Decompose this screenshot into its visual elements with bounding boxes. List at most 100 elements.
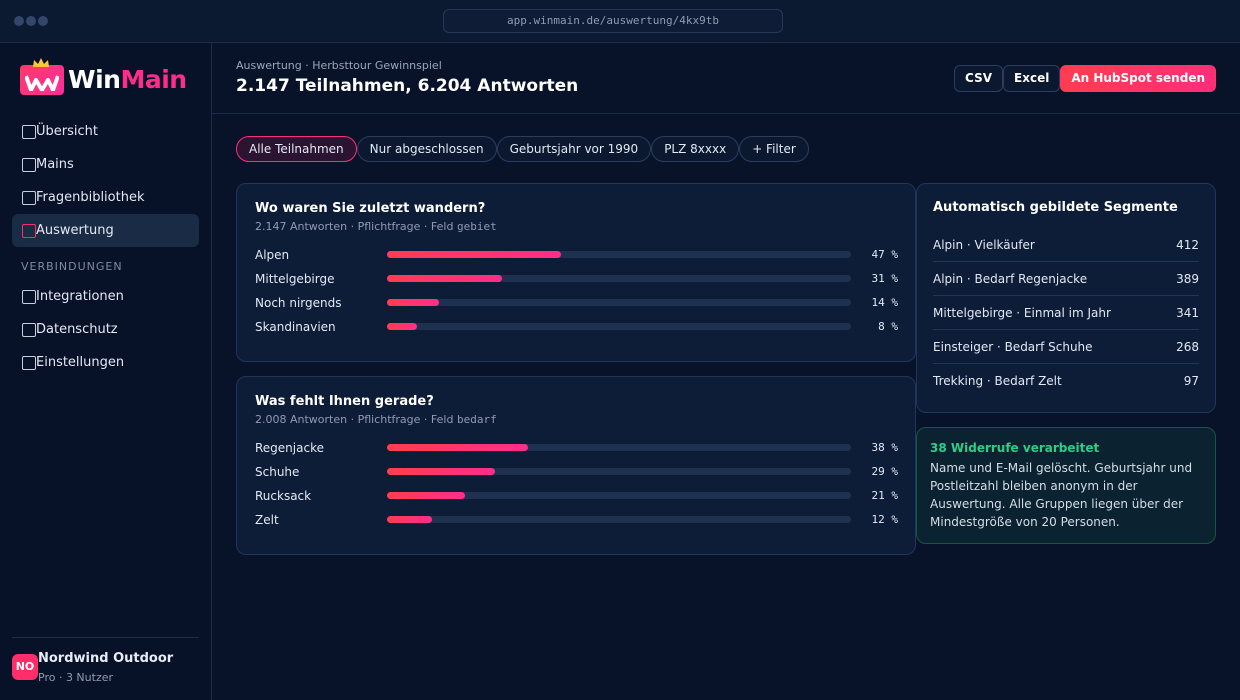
filter-chip-completed[interactable]: Nur abgeschlossen [356, 136, 497, 162]
answer-row: Skandinavien 8 % [255, 320, 898, 344]
segment-name: Einsteiger · Bedarf Schuhe [933, 339, 1093, 354]
question-meta-text: 2.147 Antworten · Pflichtfrage · Feld [255, 220, 457, 233]
answer-row: Schuhe 29 % [255, 465, 898, 489]
account-switcher[interactable]: NO Nordwind Outdoor Pro · 3 Nutzer [12, 637, 199, 684]
crown-logo-icon [20, 58, 64, 95]
filter-chip-birthyear[interactable]: Geburtsjahr vor 1990 [496, 136, 652, 162]
nav-checkbox-icon [22, 322, 36, 337]
question-card: Wo waren Sie zuletzt wandern? 2.147 Antw… [236, 183, 916, 362]
brand-wordmark-part2: Main [120, 65, 187, 94]
answer-row: Alpen 47 % [255, 248, 898, 272]
sidebar-item-integrationen[interactable]: Integrationen [12, 280, 199, 313]
sidebar-item-fragenbibliothek[interactable]: Fragenbibliothek [12, 181, 199, 214]
segments-title: Automatisch gebildete Segmente [933, 200, 1178, 215]
question-field: gebiet [456, 220, 497, 233]
answer-bar-fill [387, 516, 432, 523]
nav-checkbox-icon [22, 124, 36, 139]
segment-count: 389 [1176, 271, 1199, 286]
answer-bar-track [387, 323, 851, 330]
answer-bar-track [387, 492, 851, 499]
answer-list: Regenjacke 38 % Schuhe 29 % Rucksack 21 … [255, 441, 898, 537]
nav-checkbox-icon [22, 355, 36, 370]
answer-bar-fill [387, 323, 417, 330]
window-close-dot[interactable] [14, 16, 24, 26]
segment-row[interactable]: Mittelgebirge · Einmal im Jahr 341 [933, 296, 1199, 330]
answer-label: Schuhe [255, 465, 300, 479]
page-title: 2.147 Teilnahmen, 6.204 Antworten [236, 76, 579, 96]
nav-checkbox-icon [22, 157, 36, 172]
answer-bar-fill [387, 444, 529, 451]
nav-checkbox-icon [22, 223, 36, 238]
answer-bar-track [387, 251, 851, 258]
answer-percent: 21 % [871, 489, 899, 502]
segment-name: Alpin · Bedarf Regenjacke [933, 271, 1088, 286]
answer-percent: 38 % [871, 441, 899, 454]
answer-bar-fill [387, 275, 503, 282]
segments-card: Automatisch gebildete Segmente Alpin · V… [916, 183, 1216, 413]
question-meta: 2.147 Antworten · Pflichtfrage · Feld ge… [255, 220, 497, 233]
export-actions: CSV Excel An HubSpot senden [954, 65, 1216, 92]
segment-row[interactable]: Alpin · Bedarf Regenjacke 389 [933, 262, 1199, 296]
question-title: Wo waren Sie zuletzt wandern? [255, 201, 486, 216]
sidebar-nav: Übersicht Mains Fragenbibliothek Auswert… [12, 115, 199, 379]
answer-label: Noch nirgends [255, 296, 342, 310]
nav-checkbox-icon [22, 190, 36, 205]
answer-row: Zelt 12 % [255, 513, 898, 537]
brand-logo[interactable]: WinMain [20, 58, 187, 95]
answer-bar-track [387, 516, 851, 523]
sidebar-item-label: Einstellungen [36, 355, 125, 370]
question-meta: 2.008 Antworten · Pflichtfrage · Feld be… [255, 413, 497, 426]
segment-name: Mittelgebirge · Einmal im Jahr [933, 305, 1111, 320]
answer-label: Mittelgebirge [255, 272, 335, 286]
filter-chip-all[interactable]: Alle Teilnahmen [236, 136, 357, 162]
avatar: NO [12, 654, 38, 680]
address-bar[interactable]: app.winmain.de/auswertung/4kx9tb [443, 9, 783, 33]
send-to-hubspot-button[interactable]: An HubSpot senden [1060, 65, 1216, 92]
browser-bar: app.winmain.de/auswertung/4kx9tb [0, 0, 1240, 43]
segment-row[interactable]: Einsteiger · Bedarf Schuhe 268 [933, 330, 1199, 364]
sidebar-item-label: Fragenbibliothek [36, 190, 145, 205]
window-minimize-dot[interactable] [26, 16, 36, 26]
segment-count: 412 [1176, 237, 1199, 252]
segments-list: Alpin · Vielkäufer 412 Alpin · Bedarf Re… [933, 228, 1199, 398]
sidebar-item-datenschutz[interactable]: Datenschutz [12, 313, 199, 346]
window-maximize-dot[interactable] [38, 16, 48, 26]
segment-name: Alpin · Vielkäufer [933, 237, 1035, 252]
sidebar-item-mains[interactable]: Mains [12, 148, 199, 181]
answer-label: Alpen [255, 248, 290, 262]
segment-count: 97 [1183, 374, 1199, 388]
answer-percent: 29 % [871, 465, 899, 478]
answer-percent: 47 % [871, 248, 899, 261]
segment-name: Trekking · Bedarf Zelt [933, 374, 1062, 388]
window-controls [14, 16, 48, 26]
sidebar: WinMain Übersicht Mains Fragenbibliothek… [0, 43, 212, 700]
answer-row: Regenjacke 38 % [255, 441, 898, 465]
question-card: Was fehlt Ihnen gerade? 2.008 Antworten … [236, 376, 916, 555]
segment-row[interactable]: Alpin · Vielkäufer 412 [933, 228, 1199, 262]
answer-bar-fill [387, 251, 562, 258]
add-filter-button[interactable]: + Filter [739, 136, 809, 162]
sidebar-section-label: VERBINDUNGEN [21, 260, 123, 273]
sidebar-item-einstellungen[interactable]: Einstellungen [12, 346, 199, 379]
breadcrumb[interactable]: Auswertung · Herbsttour Gewinnspiel [236, 59, 442, 72]
sidebar-item-label: Auswertung [36, 223, 114, 238]
export-csv-button[interactable]: CSV [954, 65, 1004, 92]
page-header: Auswertung · Herbsttour Gewinnspiel 2.14… [212, 43, 1240, 114]
segment-count: 268 [1176, 339, 1199, 354]
answer-bar-track [387, 444, 851, 451]
sidebar-item-auswertung[interactable]: Auswertung [12, 214, 199, 247]
sidebar-item-label: Übersicht [36, 124, 98, 139]
question-title: Was fehlt Ihnen gerade? [255, 394, 434, 409]
answer-bar-fill [387, 468, 495, 475]
answer-label: Skandinavien [255, 320, 336, 334]
segment-count: 341 [1176, 305, 1199, 320]
answer-bar-fill [387, 299, 439, 306]
notice-title: 38 Widerrufe verarbeitet [930, 441, 1100, 455]
answer-bar-track [387, 468, 851, 475]
answer-list: Alpen 47 % Mittelgebirge 31 % Noch nirge… [255, 248, 898, 344]
sidebar-item-uebersicht[interactable]: Übersicht [12, 115, 199, 148]
filter-chip-plz[interactable]: PLZ 8xxxx [651, 136, 740, 162]
segment-row[interactable]: Trekking · Bedarf Zelt 97 [933, 364, 1199, 398]
answer-bar-track [387, 275, 851, 282]
export-excel-button[interactable]: Excel [1003, 65, 1061, 92]
